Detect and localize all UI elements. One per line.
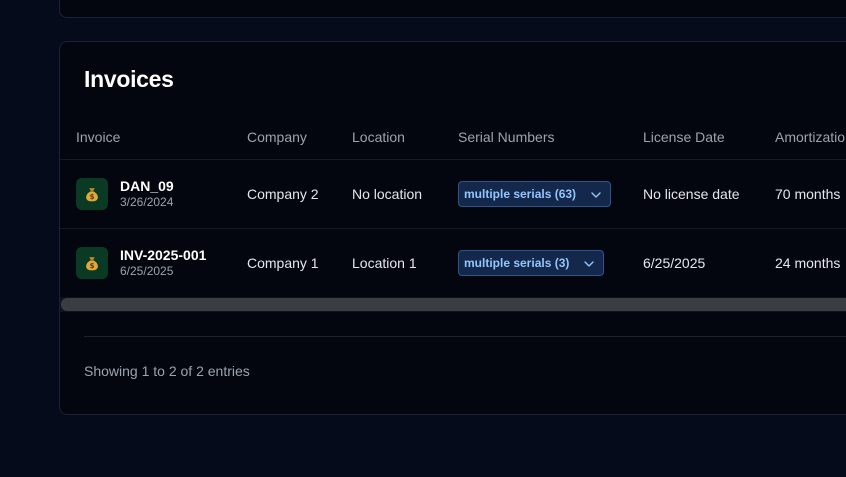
money-bag-icon: $ — [76, 178, 108, 210]
amortization-cell: 24 months — [775, 255, 841, 271]
invoice-date: 6/25/2025 — [120, 264, 174, 278]
header-invoice[interactable]: Invoice — [76, 115, 120, 159]
footer-divider — [84, 336, 846, 337]
serial-cell: multiple serials (3) — [458, 229, 604, 297]
invoice-cell: $ INV-2025-001 6/25/2025 — [76, 229, 206, 297]
header-amortization[interactable]: Amortizatio — [775, 115, 845, 159]
header-company[interactable]: Company — [247, 115, 307, 159]
invoice-name[interactable]: INV-2025-001 — [120, 247, 206, 264]
license-date-cell: 6/25/2025 — [643, 255, 706, 271]
location-cell: No location — [352, 186, 423, 202]
invoice-date: 3/26/2024 — [120, 195, 174, 209]
scrollbar-thumb[interactable] — [61, 298, 846, 311]
serial-numbers-dropdown-label: multiple serials (3) — [464, 256, 570, 270]
table-row[interactable]: $ DAN_09 3/26/2024 Company 2 No location… — [60, 160, 846, 229]
invoice-cell: $ DAN_09 3/26/2024 — [76, 160, 174, 228]
horizontal-scrollbar[interactable] — [60, 297, 846, 312]
money-bag-icon: $ — [76, 247, 108, 279]
header-serial-numbers[interactable]: Serial Numbers — [458, 115, 554, 159]
table-header: Invoice Company Location Serial Numbers … — [60, 115, 846, 160]
amortization-cell: 70 months — [775, 186, 841, 202]
table-row[interactable]: $ INV-2025-001 6/25/2025 Company 1 Locat… — [60, 229, 846, 298]
card-title: Invoices — [84, 66, 174, 92]
header-location[interactable]: Location — [352, 115, 405, 159]
invoice-name[interactable]: DAN_09 — [120, 178, 174, 195]
header-license-date[interactable]: License Date — [643, 115, 725, 159]
invoices-table: Invoice Company Location Serial Numbers … — [60, 115, 846, 298]
serial-numbers-dropdown[interactable]: multiple serials (63) — [458, 181, 611, 207]
serial-numbers-dropdown-label: multiple serials (63) — [464, 187, 577, 201]
previous-card — [59, 0, 846, 18]
pagination-info: Showing 1 to 2 of 2 entries — [84, 363, 250, 379]
serial-cell: multiple serials (63) — [458, 160, 611, 228]
license-date-cell: No license date — [643, 186, 740, 202]
svg-text:$: $ — [90, 193, 95, 201]
invoices-card: Invoices Invoice Company Location Serial… — [59, 41, 846, 415]
chevron-down-icon — [584, 256, 594, 270]
location-cell: Location 1 — [352, 255, 417, 271]
page: Invoices Invoice Company Location Serial… — [0, 0, 846, 477]
chevron-down-icon — [591, 187, 601, 201]
company-cell: Company 1 — [247, 255, 319, 271]
svg-text:$: $ — [90, 262, 95, 270]
serial-numbers-dropdown[interactable]: multiple serials (3) — [458, 250, 604, 276]
company-cell: Company 2 — [247, 186, 319, 202]
